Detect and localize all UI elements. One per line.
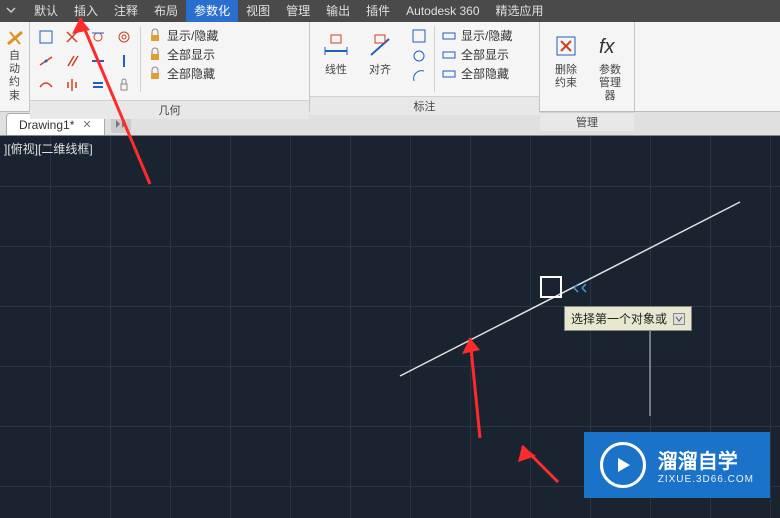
dim-all-show[interactable]: 全部显示 (439, 45, 514, 64)
panel-manage-title[interactable]: 管理 (540, 112, 634, 131)
param-manager-button[interactable]: fx 参数 管理器 (588, 26, 632, 108)
menu-featured[interactable]: 精选应用 (488, 0, 552, 22)
panel-geometry: 显示/隐藏 全部显示 全部隐藏 几何 (30, 22, 310, 111)
panel-manage: 删除 约束 fx 参数 管理器 管理 (540, 22, 635, 111)
constraint-fix-icon[interactable] (112, 74, 136, 96)
geom-all-hide-label: 全部隐藏 (167, 65, 215, 82)
constraint-collinear-icon[interactable] (34, 50, 58, 72)
geom-all-hide[interactable]: 全部隐藏 (145, 64, 220, 83)
constraint-smooth-icon[interactable] (34, 74, 58, 96)
file-tab-label: Drawing1* (19, 118, 74, 132)
panel-auto-constrain: 自动 约束 (0, 22, 30, 111)
menubar: 默认 插入 注释 布局 参数化 视图 管理 输出 插件 Autodesk 360… (0, 0, 780, 22)
panel-dimension: 线性 对齐 显示/隐藏 全部显示 (310, 22, 540, 111)
constraint-concentric-icon[interactable] (112, 26, 136, 48)
auto-constrain-label1: 自动 (9, 50, 20, 75)
menu-autodesk360[interactable]: Autodesk 360 (398, 0, 487, 22)
tooltip-menu-icon[interactable] (673, 313, 685, 325)
svg-text:fx: fx (599, 36, 616, 58)
lock-show-hide-icon (147, 28, 163, 44)
constraint-horizontal-icon[interactable] (86, 50, 110, 72)
menu-output[interactable]: 输出 (318, 0, 358, 22)
constraint-coincident-icon[interactable] (34, 26, 58, 48)
lock-all-show-icon (147, 47, 163, 63)
linear-dim-label: 线性 (325, 64, 347, 77)
param-manager-label: 参数 管理器 (594, 64, 626, 104)
geom-show-hide[interactable]: 显示/隐藏 (145, 26, 220, 45)
ribbon: 自动 约束 (0, 22, 780, 112)
panel-dimension-title[interactable]: 标注 (310, 96, 539, 115)
constraint-vertical-icon[interactable] (112, 50, 136, 72)
delete-constraints-label: 删除 约束 (555, 64, 577, 90)
delete-constraints-button[interactable]: 删除 约束 (544, 26, 588, 94)
dim-all-hide[interactable]: 全部隐藏 (439, 64, 514, 83)
linear-dim-button[interactable]: 线性 (314, 26, 358, 81)
dim-show-hide-icon (441, 28, 457, 44)
constraint-tangent-icon[interactable] (86, 26, 110, 48)
watermark-logo: 溜溜自学 ZIXUE.3D66.COM (584, 432, 770, 498)
constraint-equal-icon[interactable] (86, 74, 110, 96)
dim-all-show-icon (441, 47, 457, 63)
menu-annotate[interactable]: 注释 (106, 0, 146, 22)
auto-constrain-label2: 约束 (9, 76, 20, 101)
dim-all-hide-icon (441, 66, 457, 82)
auto-constrain-icon[interactable] (4, 28, 26, 50)
dim-all-show-label: 全部显示 (461, 46, 509, 63)
dim-icon-a[interactable] (408, 26, 430, 46)
geom-show-hide-label: 显示/隐藏 (167, 27, 218, 44)
menu-layout[interactable]: 布局 (146, 0, 186, 22)
menu-default[interactable]: 默认 (26, 0, 66, 22)
constraint-icons-grid (34, 26, 136, 96)
dim-icon-b[interactable] (408, 46, 430, 66)
menu-view[interactable]: 视图 (238, 0, 278, 22)
constraint-parallel-icon[interactable] (60, 50, 84, 72)
play-icon (600, 442, 646, 488)
app-menu-icon[interactable] (4, 4, 18, 18)
watermark-subtitle: ZIXUE.3D66.COM (658, 474, 754, 485)
dim-all-hide-label: 全部隐藏 (461, 65, 509, 82)
close-icon[interactable]: ✕ (82, 118, 91, 131)
dim-icon-c[interactable] (408, 66, 430, 86)
crosshair-cursor (540, 276, 562, 298)
dim-show-hide-label: 显示/隐藏 (461, 27, 512, 44)
command-tooltip: 选择第一个对象或 (564, 306, 692, 331)
geom-all-show-label: 全部显示 (167, 46, 215, 63)
lock-all-hide-icon (147, 66, 163, 82)
constraint-glyph-icon (572, 282, 588, 294)
linear-dim-icon (320, 30, 352, 62)
constraint-symmetric-icon[interactable] (60, 74, 84, 96)
drawing-canvas[interactable]: ][俯视][二维线框] 选择第一个对象或 溜溜自学 ZIXU (0, 136, 780, 518)
align-dim-label: 对齐 (369, 64, 391, 77)
watermark-title: 溜溜自学 (658, 445, 754, 474)
align-dim-button[interactable]: 对齐 (358, 26, 402, 81)
geom-all-show[interactable]: 全部显示 (145, 45, 220, 64)
constraint-perpendicular-icon[interactable] (60, 26, 84, 48)
menu-parametric[interactable]: 参数化 (186, 0, 238, 22)
dim-show-hide[interactable]: 显示/隐藏 (439, 26, 514, 45)
fx-icon: fx (594, 30, 626, 62)
align-dim-icon (364, 30, 396, 62)
menu-manage[interactable]: 管理 (278, 0, 318, 22)
menu-insert[interactable]: 插入 (66, 0, 106, 22)
menu-plugins[interactable]: 插件 (358, 0, 398, 22)
tooltip-text: 选择第一个对象或 (571, 310, 667, 327)
panel-geometry-title[interactable]: 几何 (30, 100, 309, 119)
delete-constraints-icon (550, 30, 582, 62)
